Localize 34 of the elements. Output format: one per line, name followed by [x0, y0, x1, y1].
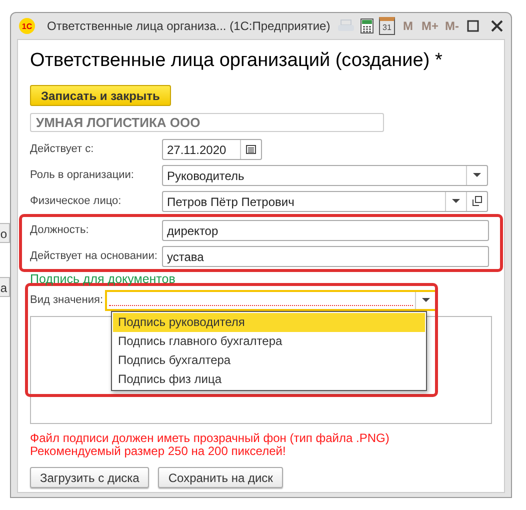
- warning-text: Файл подписи должен иметь прозрачный фон (тип файла .PNG): [30, 432, 390, 445]
- calculator-icon[interactable]: [359, 17, 375, 35]
- field-label: Физическое лицо:: [30, 195, 122, 207]
- background-button[interactable]: о: [0, 223, 10, 243]
- form-heading: Ответственные лица организаций (создание) *: [30, 50, 444, 72]
- field-label: Должность:: [30, 224, 90, 236]
- input-field[interactable]: директор: [162, 220, 489, 240]
- action-button[interactable]: Сохранить на диск: [158, 467, 283, 488]
- background-button[interactable]: а: [0, 277, 10, 297]
- window-icon: [472, 196, 482, 206]
- input-field[interactable]: Петров Пётр Петрович: [162, 190, 488, 212]
- field-label: Вид значения:: [30, 294, 104, 306]
- caret-icon: [452, 198, 460, 204]
- field-label: Действует с:: [30, 143, 95, 155]
- app-logo: 1С: [19, 18, 35, 34]
- field-label: Роль в организации:: [30, 169, 135, 181]
- dropdown-item[interactable]: Подпись главного бухгалтера: [113, 332, 425, 351]
- organization-field[interactable]: УМНАЯ ЛОГИСТИКА ООО: [30, 113, 384, 132]
- dropdown-item[interactable]: Подпись руководителя: [113, 313, 425, 332]
- action-button[interactable]: Загрузить с диска: [30, 467, 150, 488]
- field-label: Действует на основании:: [30, 250, 158, 262]
- input-field[interactable]: Руководитель: [162, 164, 488, 186]
- warning-text: Рекомендуемый размер 250 на 200 пикселей!: [30, 445, 287, 458]
- section-title: Подпись для документов: [30, 272, 176, 286]
- save-and-close-button[interactable]: Записать и закрыть: [30, 85, 171, 106]
- dropdown-item[interactable]: Подпись физ лица: [113, 370, 425, 389]
- input-field[interactable]: 27.11.2020: [162, 138, 262, 160]
- dropdown-item[interactable]: Подпись бухгалтера: [113, 351, 425, 370]
- window-title: Ответственные лица организа... (1С:Предприятие): [47, 19, 331, 33]
- caret-icon: [473, 172, 481, 178]
- calendar-icon: [246, 144, 256, 154]
- caret-icon: [422, 298, 430, 302]
- calendar-icon[interactable]: 31: [379, 17, 395, 35]
- input-field[interactable]: устава: [162, 246, 489, 266]
